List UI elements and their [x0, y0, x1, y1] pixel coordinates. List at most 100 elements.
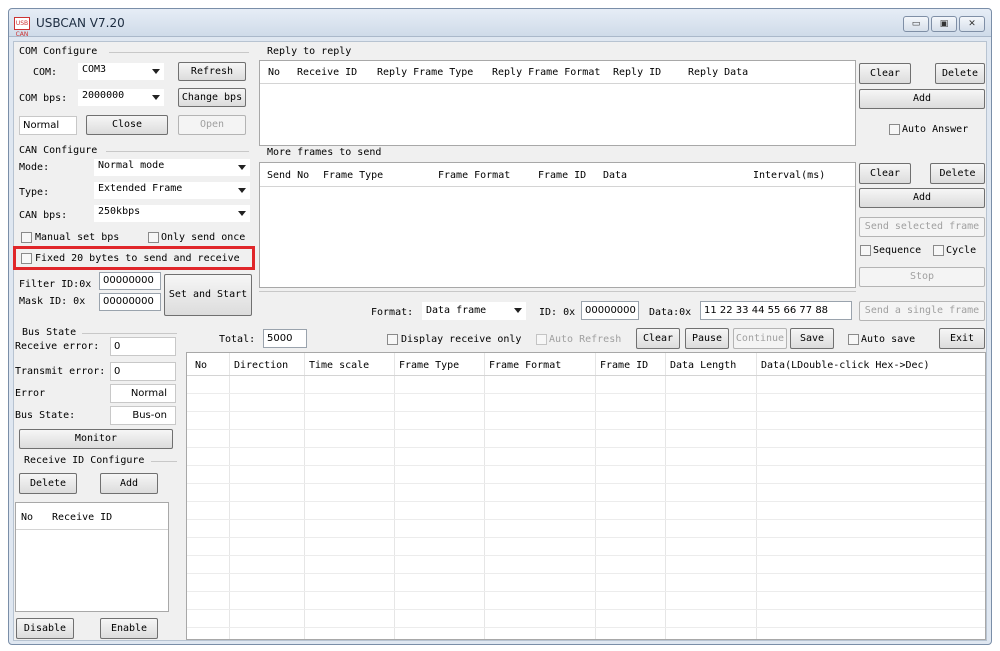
filter-id-label: Filter ID:0x — [19, 279, 92, 290]
more-add-button[interactable]: Add — [859, 188, 985, 208]
filter-id-input[interactable]: 00000000 — [99, 272, 161, 290]
reply-table[interactable]: No Receive ID Reply Frame Type Reply Fra… — [259, 60, 856, 146]
id-label: ID: 0x — [539, 307, 576, 318]
open-port-button[interactable]: Open — [178, 115, 246, 135]
more-col: Frame Type — [323, 170, 384, 181]
pause-button[interactable]: Pause — [685, 328, 729, 349]
more-col: Interval(ms) — [753, 170, 826, 181]
log-clear-button[interactable]: Clear — [636, 328, 680, 349]
total-input[interactable]: 5000 — [263, 329, 307, 348]
cycle-checkbox[interactable] — [933, 245, 944, 256]
divider — [16, 529, 168, 530]
can-bps-select[interactable]: 250kbps — [94, 205, 250, 222]
receive-id-list[interactable]: No Receive ID — [15, 502, 169, 612]
reply-delete-button[interactable]: Delete — [935, 63, 985, 84]
format-label: Format: — [371, 307, 414, 318]
frame-log-table[interactable]: No Direction Time scale Frame Type Frame… — [186, 352, 986, 640]
manual-bps-checkbox[interactable] — [21, 232, 32, 243]
mode-select[interactable]: Normal mode — [94, 159, 250, 176]
divider — [260, 186, 855, 187]
com-configure-heading: COM Configure — [19, 46, 98, 57]
fixed20-label: Fixed 20 bytes to send and receive — [35, 253, 240, 264]
change-bps-button[interactable]: Change bps — [178, 88, 246, 107]
divider — [187, 447, 985, 448]
log-col: Time scale — [309, 360, 370, 371]
chevron-down-icon — [238, 165, 246, 170]
fixed20-checkbox[interactable] — [21, 253, 32, 264]
only-send-once-checkbox[interactable] — [148, 232, 159, 243]
minimize-icon[interactable]: ▭ — [903, 16, 929, 32]
chevron-down-icon — [514, 308, 522, 313]
refresh-button[interactable]: Refresh — [178, 62, 246, 81]
continue-button[interactable]: Continue — [733, 328, 787, 349]
transmit-error-value: 0 — [110, 362, 176, 381]
auto-answer-checkbox[interactable] — [889, 124, 900, 135]
frame-type-select[interactable]: Extended Frame — [94, 182, 250, 199]
chevron-down-icon — [152, 95, 160, 100]
close-port-button[interactable]: Close — [86, 115, 168, 135]
more-clear-button[interactable]: Clear — [859, 163, 911, 184]
divider — [106, 151, 249, 152]
com-label: COM: — [33, 67, 58, 78]
client-area: COM Configure COM: COM3 Refresh COM bps:… — [13, 41, 987, 641]
auto-refresh-checkbox[interactable] — [536, 334, 547, 345]
com-bps-select[interactable]: 2000000 — [78, 89, 164, 106]
more-delete-button[interactable]: Delete — [930, 163, 985, 184]
data-input[interactable]: 11 22 33 44 55 66 77 88 — [700, 301, 852, 320]
send-single-frame-button[interactable]: Send a single frame — [859, 301, 985, 321]
save-button[interactable]: Save — [790, 328, 834, 349]
divider — [187, 483, 985, 484]
log-col: Frame Format — [489, 360, 562, 371]
auto-save-checkbox[interactable] — [848, 334, 859, 345]
reply-clear-button[interactable]: Clear — [859, 63, 911, 84]
format-select[interactable]: Data frame — [422, 302, 526, 320]
stop-button[interactable]: Stop — [859, 267, 985, 287]
error-value: Normal — [110, 384, 176, 403]
display-receive-only-checkbox[interactable] — [387, 334, 398, 345]
set-and-start-button[interactable]: Set and Start — [164, 274, 252, 316]
divider — [187, 573, 985, 574]
send-selected-frame-button[interactable]: Send selected frame — [859, 217, 985, 237]
auto-save-label: Auto save — [861, 334, 916, 345]
more-frames-table[interactable]: Send No Frame Type Frame Format Frame ID… — [259, 162, 856, 288]
id-input[interactable]: 00000000 — [581, 301, 639, 320]
can-bps-label: CAN bps: — [19, 210, 68, 221]
only-send-once-label: Only send once — [161, 232, 246, 243]
receive-error-value: 0 — [110, 337, 176, 356]
sequence-checkbox[interactable] — [860, 245, 871, 256]
exit-button[interactable]: Exit — [939, 328, 985, 349]
reply-col: Reply Frame Type — [377, 67, 474, 78]
com-bps-label: COM bps: — [19, 93, 68, 104]
maximize-icon[interactable]: ▣ — [931, 16, 957, 32]
receive-id-heading: Receive ID Configure — [24, 455, 145, 466]
log-col: Data(LDouble-click Hex->Dec) — [761, 360, 930, 371]
divider — [187, 555, 985, 556]
auto-refresh-label: Auto Refresh — [549, 334, 622, 345]
receive-error-label: Receive error: — [15, 341, 100, 352]
divider — [187, 519, 985, 520]
divider — [756, 353, 757, 639]
more-col: Data — [603, 170, 628, 181]
divider — [394, 353, 395, 639]
can-configure-heading: CAN Configure — [19, 145, 98, 156]
title-bar: USB CAN USBCAN V7.20 ▭ ▣ ✕ — [9, 9, 991, 38]
bus-state-label: Bus State: — [15, 410, 76, 421]
divider — [82, 333, 177, 334]
enable-button[interactable]: Enable — [100, 618, 158, 639]
receive-id-delete-button[interactable]: Delete — [19, 473, 77, 494]
monitor-button[interactable]: Monitor — [19, 429, 173, 449]
disable-button[interactable]: Disable — [16, 618, 74, 639]
close-window-icon[interactable]: ✕ — [959, 16, 985, 32]
chevron-down-icon — [238, 188, 246, 193]
app-icon: USB CAN — [14, 17, 30, 38]
reply-col: Reply Frame Format — [492, 67, 601, 78]
reply-add-button[interactable]: Add — [859, 89, 985, 109]
chevron-down-icon — [238, 211, 246, 216]
log-col: Data Length — [670, 360, 737, 371]
mask-id-input[interactable]: 00000000 — [99, 293, 161, 311]
divider — [109, 52, 249, 53]
divider — [187, 537, 985, 538]
com-port-select[interactable]: COM3 — [78, 63, 164, 80]
receive-id-add-button[interactable]: Add — [100, 473, 158, 494]
cycle-label: Cycle — [946, 245, 977, 256]
